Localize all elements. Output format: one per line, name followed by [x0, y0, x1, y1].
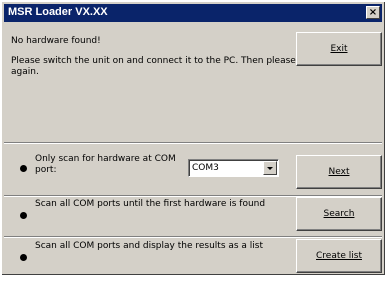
create-list-button-label: Create list: [316, 251, 362, 261]
search-button[interactable]: Search: [296, 197, 382, 231]
next-button[interactable]: Next: [296, 155, 382, 189]
option-scan-first-label: Scan all COM ports until the first hardw…: [35, 199, 266, 209]
option-scan-list-label: Scan all COM ports and display the resul…: [35, 241, 264, 251]
instruction-line-1: Please switch the unit on and connect it…: [11, 56, 312, 66]
msr-loader-window: MSR Loader VX.XX × No hardware found! Pl…: [2, 2, 385, 275]
option-com-port-bullet: [20, 165, 27, 172]
exit-button-label: Exit: [330, 44, 348, 54]
option-com-port-line-1: Only scan for hardware at COM: [35, 154, 176, 164]
separator: [4, 236, 382, 238]
next-button-label: Next: [328, 167, 350, 177]
create-list-button[interactable]: Create list: [296, 239, 382, 273]
chevron-down-icon[interactable]: [263, 161, 277, 175]
com-port-select[interactable]: COM3: [188, 159, 279, 177]
error-message: No hardware found!: [11, 36, 101, 46]
close-icon: ×: [368, 7, 378, 18]
exit-button[interactable]: Exit: [296, 32, 382, 66]
title-bar[interactable]: MSR Loader VX.XX ×: [4, 4, 382, 22]
com-port-value: COM3: [192, 163, 219, 173]
close-button[interactable]: ×: [366, 6, 380, 19]
option-scan-list-bullet: [20, 254, 27, 261]
search-button-label: Search: [323, 209, 355, 219]
option-com-port-line-2: port:: [35, 165, 57, 175]
instruction-line-2: again.: [11, 67, 39, 77]
separator: [4, 142, 382, 144]
option-scan-first-bullet: [20, 212, 27, 219]
window-title: MSR Loader VX.XX: [8, 6, 108, 18]
